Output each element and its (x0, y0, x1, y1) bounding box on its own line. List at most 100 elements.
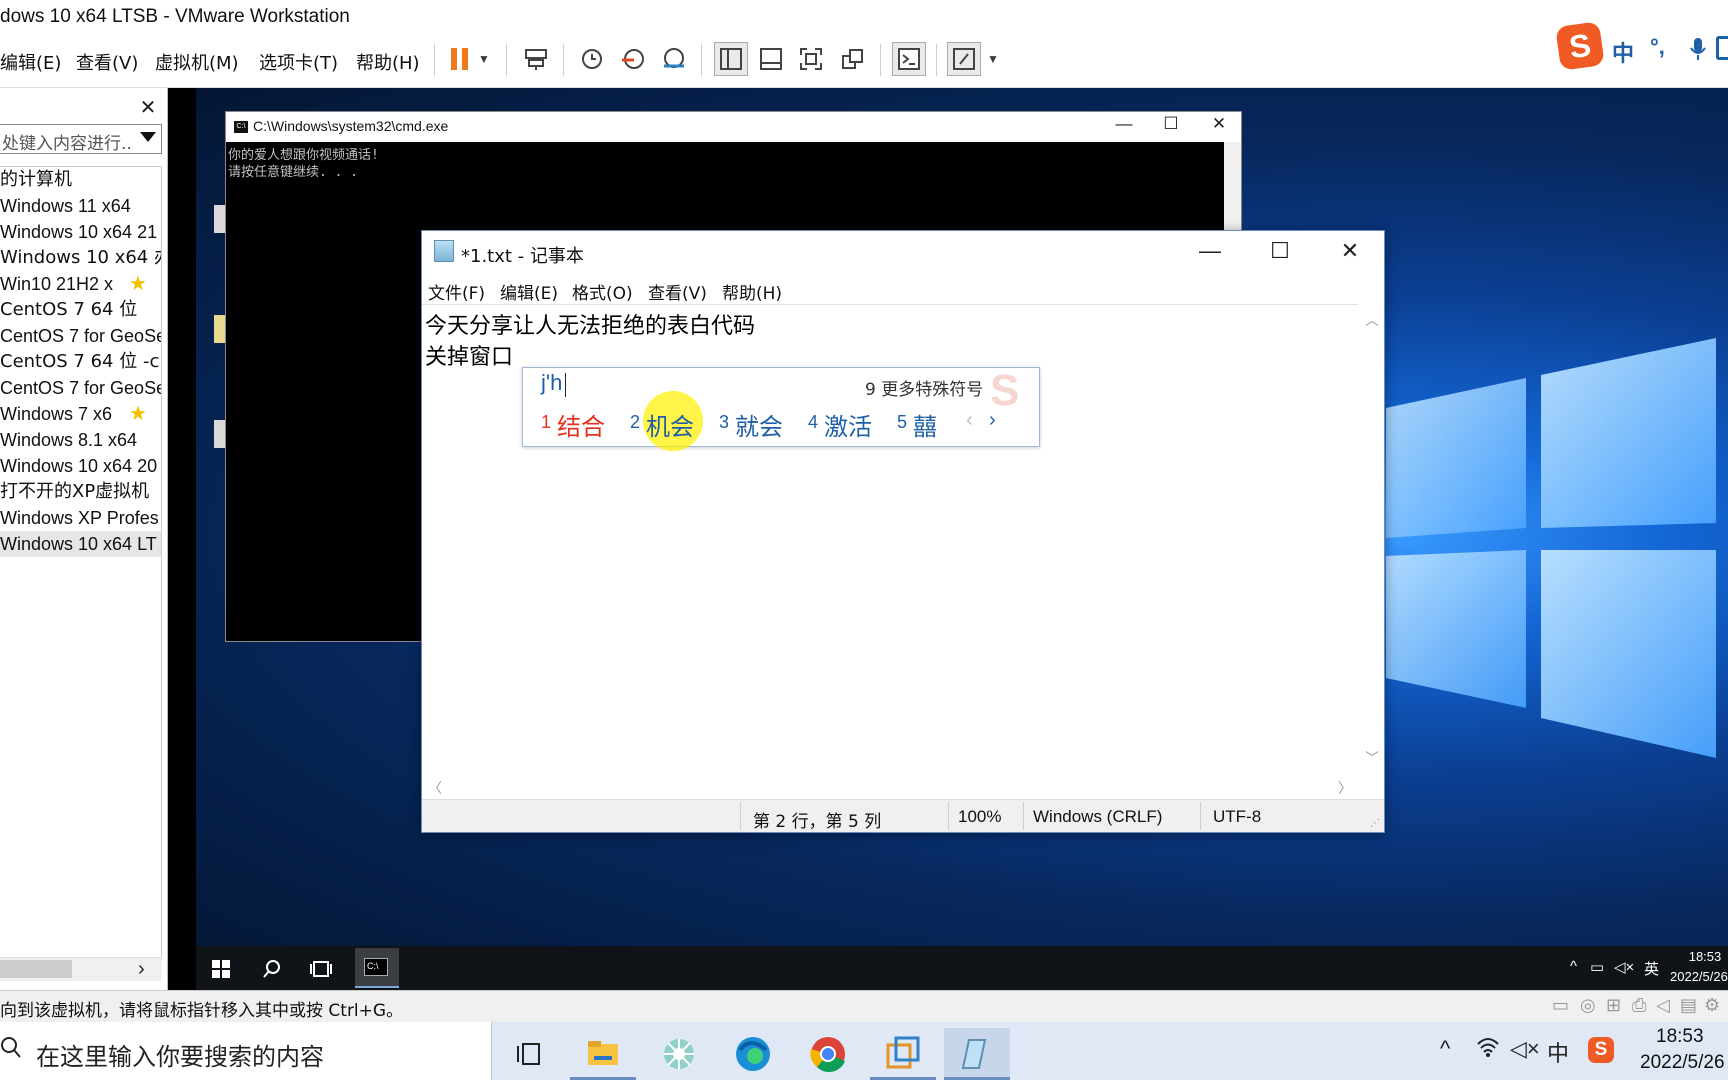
start-icon[interactable] (206, 954, 236, 984)
thumbnail-view-icon[interactable] (756, 44, 786, 74)
notepad-menu-format[interactable]: 格式(O) (572, 279, 633, 304)
stretch-icon[interactable] (947, 42, 981, 76)
sogou-tray-icon[interactable]: S (1588, 1037, 1614, 1063)
input-language[interactable]: 英 (1644, 958, 1659, 979)
library-item[interactable]: CentOS 7 64 位 (0, 297, 161, 323)
library-item[interactable]: Windows 10 x64 21 (0, 219, 161, 245)
task-view-icon[interactable] (496, 1028, 562, 1080)
library-item[interactable]: CentOS 7 64 位 -clc (0, 349, 161, 375)
library-item[interactable]: Windows 7 x6 (0, 401, 124, 427)
printer-icon[interactable]: ⎙ (1632, 995, 1646, 1016)
message-log-icon[interactable]: ▤ (1680, 995, 1697, 1016)
input-language[interactable]: 中 (1547, 1036, 1569, 1068)
notepad-menu-help[interactable]: 帮助(H) (722, 279, 782, 304)
fullscreen-icon[interactable] (796, 44, 826, 74)
snapshot-icon[interactable] (577, 44, 607, 74)
candidate-4[interactable]: 激活 (824, 407, 872, 442)
volume-muted-icon[interactable]: ◁× (1614, 958, 1634, 976)
menu-view[interactable]: 查看(V) (76, 49, 138, 75)
close-icon[interactable]: ✕ (138, 95, 158, 120)
library-item[interactable]: Windows 8.1 x64 (0, 427, 161, 453)
library-item[interactable]: Windows 11 x64 (0, 193, 161, 219)
maximize-button[interactable]: ☐ (1258, 238, 1302, 264)
chevron-left-icon[interactable]: ‹ (966, 409, 973, 432)
vmware-workstation-icon[interactable] (870, 1028, 936, 1080)
revert-snapshot-icon[interactable] (618, 44, 648, 74)
ime-punct-toggle[interactable]: °, (1650, 34, 1665, 60)
library-item[interactable]: 的计算机 (0, 167, 161, 193)
chevron-down-icon[interactable]: ﹀ (1365, 748, 1379, 768)
snapshot-manager-icon[interactable] (659, 44, 689, 74)
ime-mode-toggle[interactable]: 中 (1612, 36, 1634, 68)
wifi-icon[interactable] (1476, 1036, 1500, 1064)
chevron-up-icon[interactable]: ^ (1440, 1036, 1450, 1062)
menu-edit[interactable]: 编辑(E) (0, 49, 61, 75)
minimize-button[interactable]: — (1106, 114, 1142, 134)
library-item[interactable]: Windows XP Profes (0, 505, 161, 531)
chevron-up-icon[interactable]: ^ (1570, 958, 1577, 975)
scrollbar-thumb[interactable] (0, 960, 72, 978)
library-item[interactable]: 打不开的XP虚拟机 (0, 479, 161, 505)
minimize-button[interactable]: — (1188, 238, 1232, 264)
unity-icon[interactable] (838, 44, 868, 74)
notepad-hscrollbar[interactable] (422, 776, 1384, 798)
host-clock-date[interactable]: 2022/5/26 (1640, 1052, 1725, 1074)
menu-vm[interactable]: 虚拟机(M) (155, 49, 239, 75)
send-ctrl-alt-del-icon[interactable] (521, 44, 551, 74)
ime-more-symbols[interactable]: 9 更多特殊符号 (865, 375, 983, 400)
cd-drive-icon[interactable]: ◎ (1580, 995, 1596, 1016)
network-adapter-icon[interactable]: ⊞ (1606, 995, 1621, 1016)
library-item[interactable]: CentOS 7 for GeoSe (0, 323, 161, 349)
settings-icon[interactable]: ⚙ (1704, 995, 1720, 1016)
host-clock-time[interactable]: 18:53 (1656, 1026, 1704, 1048)
sound-card-icon[interactable]: ◁ (1656, 995, 1670, 1016)
notepad-menu-view[interactable]: 查看(V) (648, 279, 707, 304)
menu-tabs[interactable]: 选项卡(T) (259, 49, 338, 75)
guest-clock-time[interactable]: 18:53 (1685, 949, 1725, 964)
network-icon[interactable]: ▭ (1590, 958, 1604, 976)
chevron-right-icon[interactable]: › (989, 409, 996, 432)
candidate-2[interactable]: 机会 (646, 407, 694, 442)
library-item[interactable]: Windows 10 x64 20 (0, 453, 161, 479)
chevron-right-icon[interactable]: 〉 (1338, 778, 1352, 798)
notepad-menu-file[interactable]: 文件(F) (428, 279, 485, 304)
dropdown-icon[interactable]: ▼ (474, 44, 494, 74)
task-view-icon[interactable] (306, 954, 336, 984)
dropdown-icon[interactable]: ▼ (983, 44, 1003, 74)
notepad-menu-edit[interactable]: 编辑(E) (500, 279, 558, 304)
chevron-down-icon[interactable] (140, 132, 156, 142)
candidate-5[interactable]: 囍 (913, 407, 937, 442)
edge-browser-icon[interactable] (720, 1028, 786, 1080)
app-flower-icon[interactable] (646, 1028, 712, 1080)
resize-grip-icon[interactable]: ⋰ (1370, 818, 1380, 829)
menu-help[interactable]: 帮助(H) (356, 49, 420, 75)
candidate-1[interactable]: 结合 (557, 407, 605, 442)
sogou-logo-icon[interactable]: S (1555, 21, 1605, 71)
volume-muted-icon[interactable]: ◁× (1510, 1036, 1540, 1062)
chevron-left-icon[interactable]: 〈 (428, 778, 442, 798)
chevron-up-icon[interactable]: ︿ (1365, 310, 1379, 330)
candidate-3[interactable]: 就会 (735, 407, 783, 442)
status-divider (740, 802, 741, 830)
chevron-right-icon[interactable]: › (138, 958, 145, 981)
file-explorer-icon[interactable] (570, 1028, 636, 1080)
hard-disk-icon[interactable]: ▭ (1552, 995, 1569, 1016)
library-item[interactable]: CentOS 7 for GeoSe (0, 375, 161, 401)
library-item[interactable]: Win10 21H2 x (0, 271, 124, 297)
chrome-browser-icon[interactable] (795, 1028, 861, 1080)
maximize-button[interactable]: ☐ (1153, 114, 1189, 134)
console-icon[interactable] (892, 42, 926, 76)
search-icon[interactable] (257, 954, 287, 984)
notepad-vscrollbar[interactable] (1358, 304, 1384, 776)
ime-tools-icon[interactable] (1716, 36, 1728, 60)
pause-icon[interactable] (445, 44, 475, 74)
close-button[interactable]: ✕ (1328, 238, 1372, 264)
candidate-number: 4 (808, 412, 819, 432)
library-item-selected[interactable]: Windows 10 x64 LT (0, 531, 161, 557)
library-item[interactable]: Windows 10 x64 办 (0, 245, 161, 271)
microphone-icon[interactable] (1688, 36, 1708, 67)
notepad-taskbar-icon[interactable] (944, 1028, 1010, 1080)
close-button[interactable]: ✕ (1201, 114, 1237, 134)
guest-clock-date[interactable]: 2022/5/26 (1670, 969, 1728, 984)
library-view-icon[interactable] (714, 42, 748, 76)
